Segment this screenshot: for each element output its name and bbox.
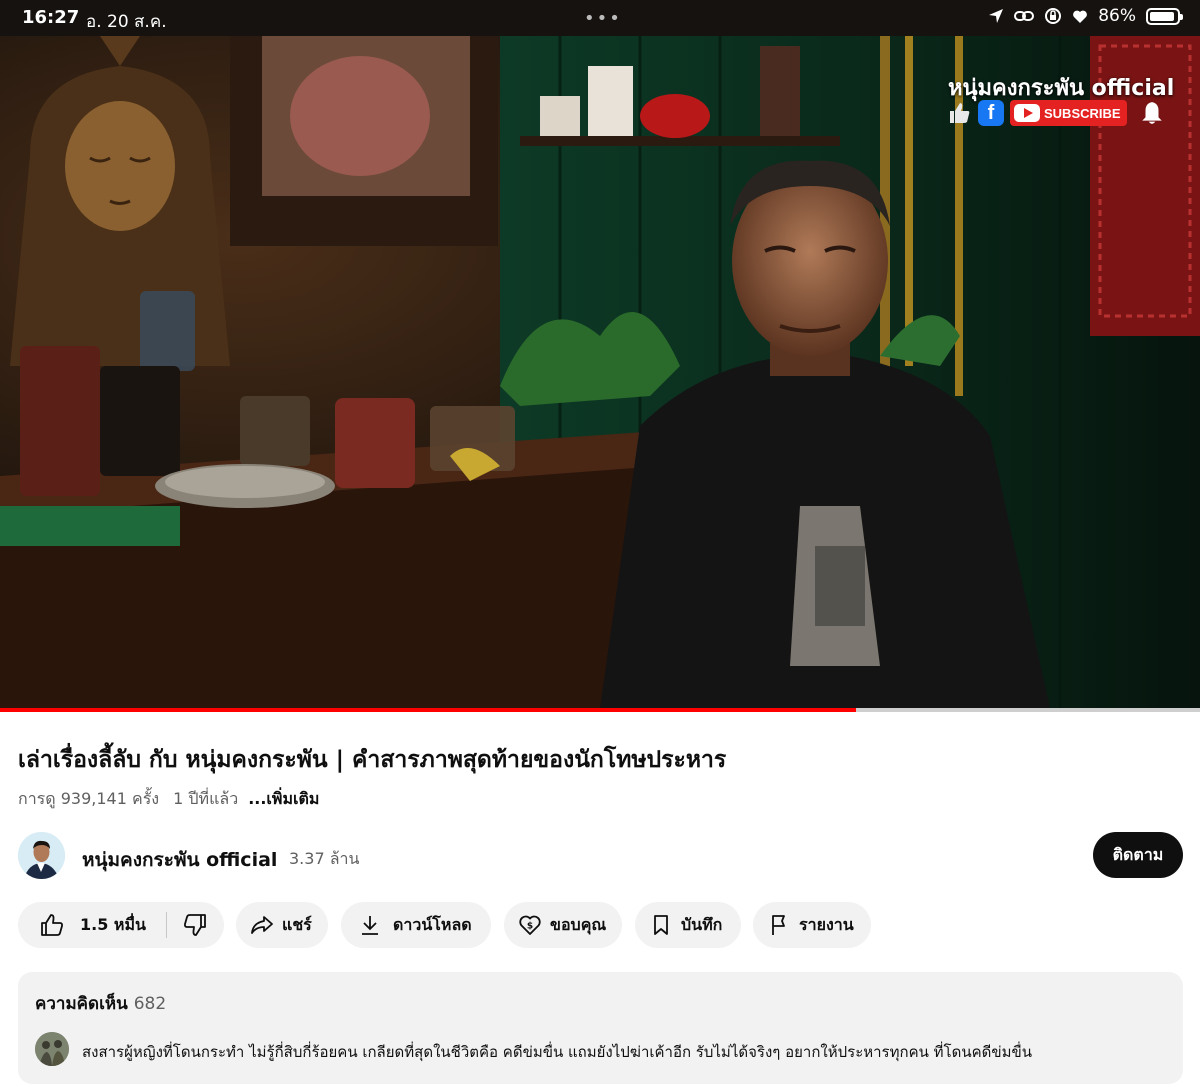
show-more-link[interactable]: ...เพิ่มเติม <box>248 789 319 808</box>
thanks-button[interactable]: $ ขอบคุณ <box>504 902 622 948</box>
rotation-lock-icon <box>1045 8 1062 24</box>
comments-section[interactable]: ความคิดเห็น 682 สงสารผู้หญิงที่โดนกระทำ ไ… <box>18 972 1183 1084</box>
avatar-image <box>18 832 65 879</box>
facebook-icon: f <box>978 100 1004 126</box>
video-title: เล่าเรื่องลี้ลับ กับ หนุ่มคงกระพัน | คำส… <box>18 747 727 773</box>
flag-icon <box>772 915 785 935</box>
commenter-avatar-image <box>35 1032 69 1066</box>
battery-icon <box>1146 7 1183 25</box>
thanks-label: ขอบคุณ <box>550 914 607 934</box>
comments-count: 682 <box>133 994 167 1014</box>
video-frame <box>0 36 1200 708</box>
overlay-bell-icon <box>1141 102 1162 124</box>
link-icon <box>1014 11 1035 21</box>
view-count: การดู 939,141 ครั้ง <box>18 789 160 808</box>
subscribe-button[interactable]: ติดตาม <box>1093 832 1183 878</box>
save-label: บันทึก <box>681 914 723 934</box>
comments-header: ความคิดเห็น 682 <box>35 990 166 1017</box>
multitasking-dots[interactable]: ••• <box>584 8 622 29</box>
youtube-logo-icon <box>1014 104 1040 122</box>
like-dislike-segmented: 1.5 หมื่น <box>18 902 224 948</box>
download-icon <box>362 916 378 935</box>
super-thanks-icon: $ <box>519 915 541 935</box>
status-date: อ. 20 ส.ค. <box>86 12 167 32</box>
commenter-avatar <box>35 1032 69 1066</box>
download-label: ดาวน์โหลด <box>393 914 472 934</box>
location-icon <box>989 9 1004 23</box>
dislike-button[interactable] <box>167 913 223 937</box>
battery-percentage: 86% <box>1098 6 1136 26</box>
share-label: แชร์ <box>282 914 312 934</box>
share-icon <box>251 916 273 934</box>
status-time: 16:27 <box>22 7 80 28</box>
video-progress-bar[interactable] <box>0 708 1200 712</box>
status-bar: 16:27 อ. 20 ส.ค. ••• 86% <box>0 0 1200 36</box>
overlay-subscribe-text: SUBSCRIBE <box>1044 105 1121 121</box>
like-count: 1.5 หมื่น <box>80 914 146 934</box>
save-button[interactable]: บันทึก <box>635 902 741 948</box>
subscriber-count: 3.37 ล้าน <box>289 849 360 868</box>
overlay-social-icons: f SUBSCRIBE <box>948 100 1165 126</box>
overlay-like-icon <box>950 103 970 123</box>
thumbs-up-icon <box>41 914 63 936</box>
status-indicators: 86% <box>988 6 1183 26</box>
overlay-subscribe-badge: SUBSCRIBE <box>1010 100 1127 126</box>
report-button[interactable]: รายงาน <box>753 902 871 948</box>
video-progress-fill <box>0 708 856 712</box>
top-comment-text: สงสารผู้หญิงที่โดนกระทำ ไม่รู้กี่สิบกี่ร… <box>82 1043 1033 1061</box>
video-player[interactable]: หนุ่มคงกระพัน official f SUBSCRIBE <box>0 36 1200 708</box>
comments-title: ความคิดเห็น <box>35 994 128 1014</box>
heart-icon <box>1073 10 1088 23</box>
channel-avatar[interactable] <box>18 832 65 879</box>
thumbs-down-icon <box>184 914 206 936</box>
video-meta[interactable]: การดู 939,141 ครั้ง 1 ปีที่แล้ว ...เพิ่มเต… <box>18 787 319 812</box>
bookmark-icon <box>654 915 668 935</box>
svg-text:$: $ <box>527 922 533 932</box>
report-label: รายงาน <box>799 914 854 934</box>
download-button[interactable]: ดาวน์โหลด <box>341 902 491 948</box>
upload-age: 1 ปีที่แล้ว <box>173 789 239 808</box>
share-button[interactable]: แชร์ <box>236 902 328 948</box>
channel-name[interactable]: หนุ่มคงกระพัน official <box>82 845 277 875</box>
like-button[interactable]: 1.5 หมื่น <box>18 913 166 938</box>
